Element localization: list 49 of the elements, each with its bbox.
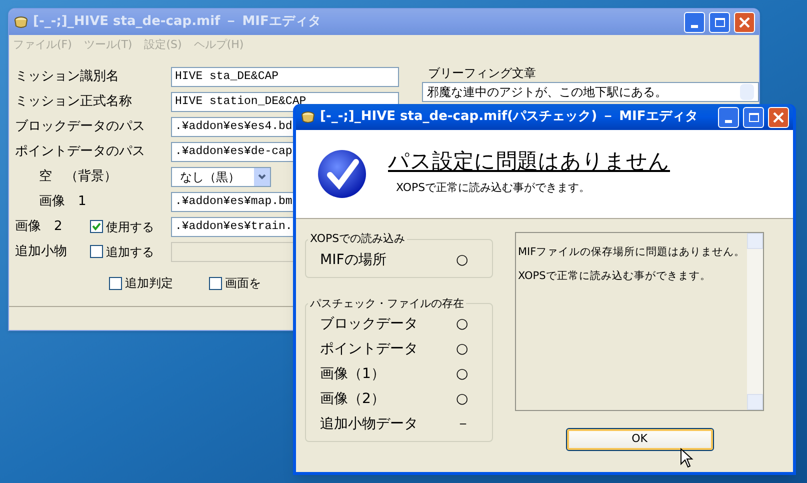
field-label: 追加小物 — [15, 242, 68, 261]
group-title: パスチェック・ファイルの存在 — [309, 296, 465, 312]
check-result: ○ — [456, 250, 468, 270]
check-item-label: 画像（1） — [320, 365, 386, 384]
check-result: － — [456, 415, 470, 434]
checkbox-label: 追加する — [106, 244, 154, 260]
check-result: ○ — [456, 365, 468, 384]
minimize-button[interactable] — [718, 106, 739, 128]
window-title: [-_-;]_HIVE sta_de-cap.mif － MIFエディタ — [33, 13, 322, 32]
checkbox[interactable] — [209, 276, 222, 290]
check-result: ○ — [456, 390, 468, 409]
check-item-label: MIFの場所 — [320, 250, 388, 270]
checkbox[interactable] — [109, 276, 122, 290]
check-item-label: 追加小物データ — [320, 415, 419, 434]
checkbox[interactable] — [90, 220, 103, 233]
close-button[interactable] — [768, 106, 789, 128]
check-item-label: 画像（2） — [320, 390, 386, 409]
field-label: ミッション識別名 — [15, 68, 120, 86]
message-line: XOPSで正常に読み込む事ができます。 — [518, 268, 712, 284]
field-label: ミッション正式名称 — [15, 92, 133, 111]
maximize-button[interactable] — [709, 12, 730, 32]
field-label: 画像 2 — [15, 218, 64, 236]
close-icon — [773, 112, 784, 122]
check-result: ○ — [456, 315, 468, 334]
check-item-label: ポイントデータ — [320, 340, 419, 359]
briefing-text-area[interactable]: 邪魔な連中のアジトが、この地下駅にある。 — [422, 82, 759, 102]
message-line: MIFファイルの保存場所に問題はありません。 — [518, 245, 746, 260]
close-icon — [739, 16, 750, 28]
dropdown[interactable]: なし（黒） — [171, 166, 271, 186]
briefing-label: ブリーフィング文章 — [427, 65, 537, 82]
field-label: 画像 1 — [38, 192, 88, 211]
minimize-button[interactable] — [684, 12, 705, 32]
ok-button[interactable]: OK — [566, 428, 714, 451]
mouse-cursor-icon — [680, 448, 694, 468]
check-result: ○ — [456, 340, 468, 359]
scrollbar[interactable] — [747, 233, 763, 410]
field-label: 空 （背景） — [38, 168, 118, 186]
maximize-button[interactable] — [743, 106, 764, 128]
checkbox-label: 追加判定 — [125, 275, 173, 292]
checkbox-label: 画面を — [225, 275, 261, 292]
cup-icon — [300, 109, 316, 125]
input-field[interactable]: HIVE sta_DE&CAP — [171, 66, 399, 86]
cup-icon — [13, 14, 29, 30]
checkbox-label: 使用する — [106, 218, 154, 236]
field-label: ブロックデータのパス — [15, 118, 146, 136]
check-item-label: ブロックデータ — [320, 315, 419, 334]
checkmark-icon — [316, 148, 368, 200]
close-button[interactable] — [734, 12, 755, 32]
field-label: ポイントデータのパス — [15, 142, 146, 161]
